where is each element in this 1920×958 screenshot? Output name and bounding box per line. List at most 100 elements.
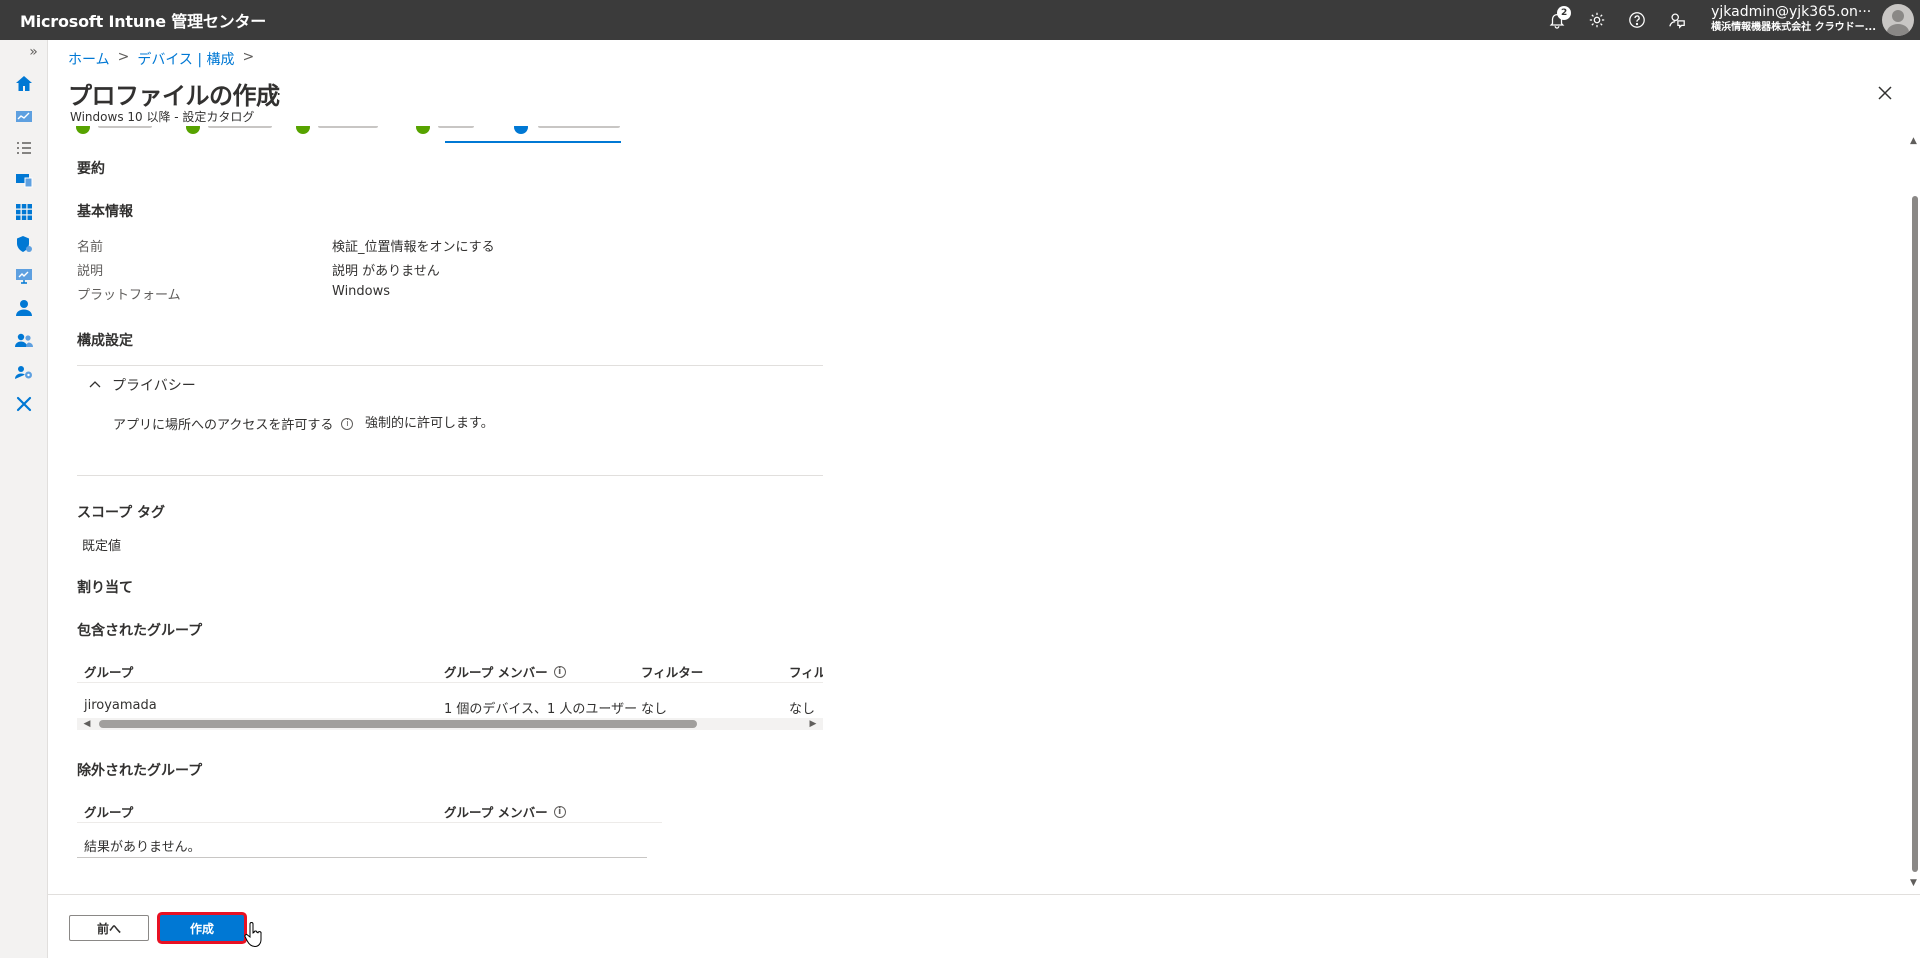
privacy-category-label: プライバシー [112,378,196,394]
step-complete-icon[interactable] [186,126,200,134]
expand-nav-button[interactable]: » [0,40,47,68]
endpoint-security-icon [17,236,32,252]
included-groups-table: グループ グループ メンバー i フィルター フィル... jiroyamada… [77,662,823,722]
column-header-group-members[interactable]: グループ メンバー i [444,662,566,681]
column-header-filter[interactable]: フィルター [641,662,703,681]
step-complete-icon[interactable] [76,126,90,134]
nav-dashboard[interactable] [0,100,48,132]
top-bar: Microsoft Intune 管理センター 2 yjkadmin@yjk36… [0,0,1920,40]
nav-reports[interactable] [0,260,48,292]
nav-users[interactable] [0,292,48,324]
page-subtitle: Windows 10 以降 - 設定カタログ [70,110,255,124]
more-options-button[interactable]: ... [264,80,282,99]
breadcrumb-separator: > [117,49,130,65]
config-settings-title: 構成設定 [77,333,133,349]
nav-tenant-admin[interactable] [0,356,48,388]
home-icon [16,76,32,91]
privacy-accordion-header[interactable]: プライバシー [88,375,196,395]
scroll-up-icon[interactable]: ▲ [1910,136,1917,146]
notification-badge: 2 [1557,6,1572,20]
included-group-members: 1 個のデバイス、1 人のユーザー [444,702,638,717]
account-org: 横浜情報機器株式会社 クラウドー... [1711,22,1876,33]
groups-icon [15,333,33,347]
included-group-filter-mode: なし [789,702,816,717]
step-complete-icon[interactable] [296,126,310,134]
platform-label: プラットフォーム [77,288,181,303]
basics-title: 基本情報 [77,204,133,220]
step-label [438,126,474,128]
column-header-group[interactable]: グループ [84,802,133,821]
page-title: プロファイルの作成 [68,82,280,110]
row-divider [77,682,823,683]
help-icon [1629,12,1645,28]
location-access-label: アプリに場所へのアクセスを許可する [113,418,334,433]
nav-home[interactable] [0,68,48,100]
info-icon[interactable]: i [553,665,566,678]
step-label [98,126,152,128]
nav-devices[interactable] [0,164,48,196]
step-label [318,126,378,128]
close-icon[interactable] [1876,84,1894,102]
scroll-down-icon[interactable]: ▼ [1910,878,1917,888]
top-actions: 2 yjkadmin@yjk365.on··· 横浜情報機器株式会社 クラウドー… [1537,0,1920,40]
column-header-group[interactable]: グループ [84,662,133,681]
info-icon[interactable]: i [341,417,354,430]
excluded-empty-message: 結果がありません。 [84,840,201,855]
help-button[interactable] [1617,0,1657,40]
nav-apps[interactable] [0,196,48,228]
scroll-right-icon[interactable]: ▶ [807,718,819,730]
troubleshooting-icon [16,396,32,412]
notifications-button[interactable]: 2 [1537,0,1577,40]
description-value: 説明 がありません [332,264,440,279]
create-button[interactable]: 作成 [160,915,244,941]
location-access-setting: アプリに場所へのアクセスを許可する i [113,414,354,433]
hand-cursor-icon [244,922,262,948]
feedback-icon [1669,13,1685,29]
breadcrumb-home[interactable]: ホーム [68,49,110,69]
feedback-button[interactable] [1657,0,1697,40]
all-services-icon [17,142,31,154]
scrollbar-thumb[interactable] [1912,196,1918,872]
divider [77,475,823,476]
column-header-filter-mode[interactable]: フィル... [789,662,823,681]
users-icon [16,300,32,316]
platform-value: Windows [332,284,391,299]
scroll-left-icon[interactable]: ◀ [81,718,93,730]
column-header-label: グループ メンバー [444,805,548,820]
account-info[interactable]: yjkadmin@yjk365.on··· 横浜情報機器株式会社 クラウドー..… [1711,5,1876,35]
dashboard-icon [16,111,32,122]
excluded-groups-title: 除外されたグループ [77,763,203,779]
location-access-value: 強制的に許可します。 [365,416,494,431]
excluded-groups-table: グループ グループ メンバー i 結果がありません。 [77,802,662,862]
app-title[interactable]: Microsoft Intune 管理センター [20,8,266,32]
nav-troubleshooting[interactable] [0,388,48,420]
row-divider [77,822,662,823]
description-label: 説明 [77,264,104,279]
row-divider [77,857,647,858]
included-groups-title: 包含されたグループ [77,623,203,639]
included-group-name: jiroyamada [84,698,157,713]
nav-endpoint-security[interactable] [0,228,48,260]
breadcrumb: ホーム > デバイス | 構成 > [68,49,254,69]
previous-button[interactable]: 前へ [69,915,149,941]
summary-title: 要約 [77,161,105,177]
nav-groups[interactable] [0,324,48,356]
scrollbar-thumb[interactable] [99,720,697,728]
settings-button[interactable] [1577,0,1617,40]
gear-icon [1589,12,1605,28]
breadcrumb-devices-config[interactable]: デバイス | 構成 [137,49,234,69]
avatar[interactable] [1882,4,1914,36]
account-email: yjkadmin@yjk365.on··· [1711,4,1872,20]
horizontal-scrollbar[interactable]: ◀ ▶ [77,718,823,730]
info-icon[interactable]: i [553,805,566,818]
current-step-underline [445,141,621,143]
step-label [208,126,272,128]
vertical-scrollbar[interactable]: ▲ ▼ [1908,136,1920,888]
scope-tag-value: 既定値 [82,539,122,554]
step-complete-icon[interactable] [416,126,430,134]
nav-all-services[interactable] [0,132,48,164]
step-current-icon[interactable] [514,126,528,134]
column-header-group-members[interactable]: グループ メンバー i [444,802,566,821]
assignments-title: 割り当て [77,580,133,596]
reports-icon [16,269,32,284]
